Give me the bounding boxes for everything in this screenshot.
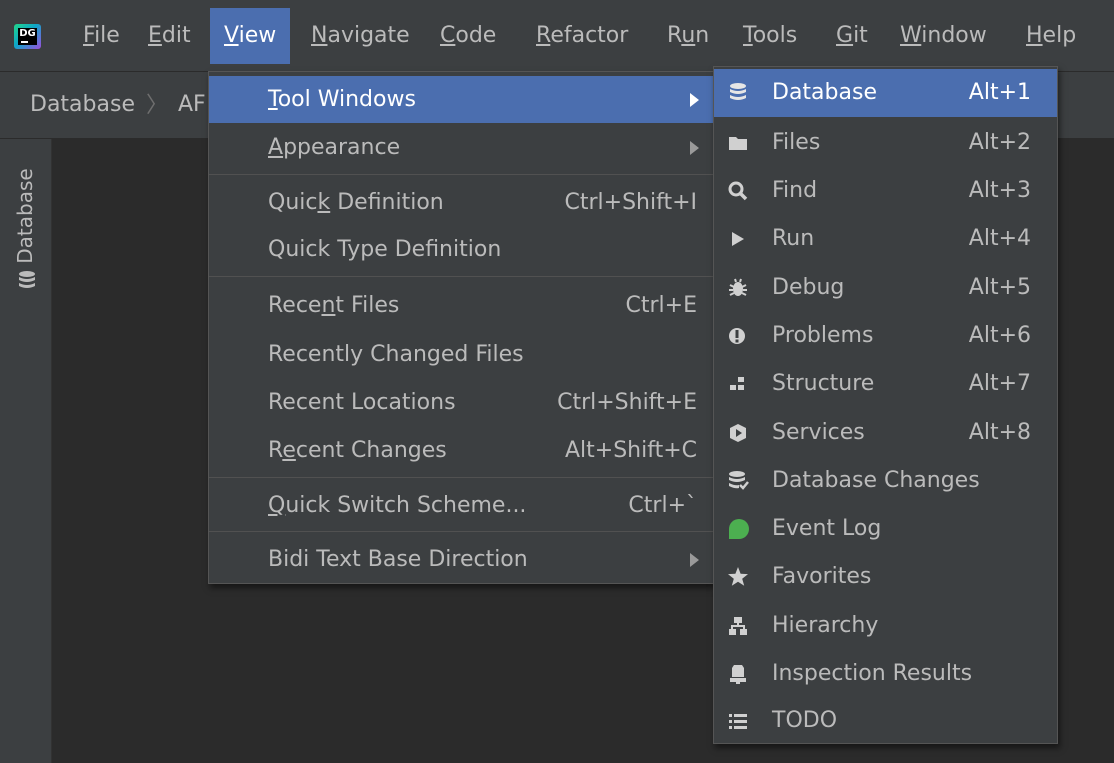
bug-icon bbox=[727, 277, 749, 299]
menu-git[interactable]: Git bbox=[836, 8, 868, 64]
app-logo-icon[interactable]: DG bbox=[14, 24, 41, 49]
view-menu-item-quick-definition[interactable]: Quick Definition Ctrl+Shift+I bbox=[209, 179, 713, 226]
services-icon bbox=[727, 422, 749, 444]
shortcut-label: Ctrl+Shift+I bbox=[564, 190, 697, 215]
menu-separator bbox=[209, 531, 713, 532]
view-menu-item-appearance[interactable]: Appearance bbox=[209, 124, 713, 171]
shortcut-label: Ctrl+Shift+E bbox=[557, 390, 697, 415]
structure-icon bbox=[727, 373, 749, 395]
submenu-arrow-icon bbox=[690, 93, 699, 107]
shortcut-label: Ctrl+` bbox=[628, 493, 697, 518]
menu-window[interactable]: Window bbox=[900, 8, 987, 64]
menu-separator bbox=[209, 174, 713, 175]
event-log-icon bbox=[727, 518, 749, 540]
menu-code[interactable]: Code bbox=[440, 8, 496, 64]
view-menu-item-quick-switch-scheme[interactable]: Quick Switch Scheme... Ctrl+` bbox=[209, 482, 713, 529]
view-menu-item-recent-locations[interactable]: Recent Locations Ctrl+Shift+E bbox=[209, 379, 713, 426]
database-stripe-icon bbox=[17, 270, 37, 292]
shortcut-label: Alt+1 bbox=[968, 80, 1031, 105]
menu-view[interactable]: View bbox=[210, 8, 291, 64]
shortcut-label: Alt+Shift+C bbox=[564, 438, 697, 463]
view-menu-item-recently-changed-files[interactable]: Recently Changed Files bbox=[209, 331, 713, 378]
shortcut-label: Alt+6 bbox=[968, 323, 1031, 348]
tool-window-item-event-log[interactable]: Event Log bbox=[714, 505, 1057, 553]
tool-window-item-services[interactable]: Services Alt+8 bbox=[714, 409, 1057, 457]
tool-window-item-inspection-results[interactable]: Inspection Results bbox=[714, 650, 1057, 698]
breadcrumb-item-database[interactable]: Database bbox=[30, 72, 135, 138]
breadcrumb-separator-icon: 〉 bbox=[146, 93, 169, 118]
tool-window-item-problems[interactable]: Problems Alt+6 bbox=[714, 312, 1057, 360]
play-icon bbox=[727, 228, 749, 250]
database-changes-icon bbox=[727, 470, 749, 492]
menu-edit[interactable]: Edit bbox=[148, 8, 191, 64]
tool-window-item-structure[interactable]: Structure Alt+7 bbox=[714, 360, 1057, 408]
menu-file[interactable]: File bbox=[83, 8, 120, 64]
view-menu-item-bidi-text-base-direction[interactable]: Bidi Text Base Direction bbox=[209, 536, 713, 583]
menu-bar: DG File Edit View Navigate Code Refactor… bbox=[0, 0, 1114, 71]
submenu-arrow-icon bbox=[690, 141, 699, 155]
menu-run[interactable]: Run bbox=[667, 8, 709, 64]
shortcut-label: Ctrl+E bbox=[625, 293, 697, 318]
shortcut-label: Alt+4 bbox=[968, 226, 1031, 251]
shortcut-label: Alt+5 bbox=[968, 275, 1031, 300]
inspection-icon bbox=[727, 663, 749, 685]
menu-refactor[interactable]: Refactor bbox=[536, 8, 628, 64]
database-tool-window-label: Database bbox=[13, 168, 37, 264]
shortcut-label: Alt+7 bbox=[968, 371, 1031, 396]
todo-icon bbox=[727, 710, 749, 732]
shortcut-label: Alt+8 bbox=[968, 420, 1031, 445]
menu-help[interactable]: Help bbox=[1026, 8, 1076, 64]
view-menu-item-quick-type-definition[interactable]: Quick Type Definition bbox=[209, 226, 713, 273]
menu-separator bbox=[209, 477, 713, 478]
view-menu-item-recent-changes[interactable]: Recent Changes Alt+Shift+C bbox=[209, 427, 713, 474]
tool-window-item-find[interactable]: Find Alt+3 bbox=[714, 167, 1057, 215]
tool-window-item-favorites[interactable]: Favorites bbox=[714, 553, 1057, 601]
tool-windows-submenu: Database Alt+1 Files Alt+2 Find Alt+3 Ru… bbox=[713, 66, 1058, 744]
tool-window-item-files[interactable]: Files Alt+2 bbox=[714, 119, 1057, 167]
menu-separator bbox=[209, 276, 713, 277]
star-icon bbox=[727, 566, 749, 588]
tool-window-item-run[interactable]: Run Alt+4 bbox=[714, 215, 1057, 263]
view-menu-dropdown: Tool Windows Appearance Quick Definition… bbox=[208, 71, 714, 584]
shortcut-label: Alt+2 bbox=[968, 130, 1031, 155]
tool-window-item-todo[interactable]: TODO bbox=[714, 697, 1057, 745]
breadcrumb-item-second[interactable]: AF bbox=[178, 72, 206, 138]
view-menu-item-tool-windows[interactable]: Tool Windows bbox=[209, 76, 713, 123]
warning-icon bbox=[727, 325, 749, 347]
submenu-arrow-icon bbox=[690, 553, 699, 567]
search-icon bbox=[727, 180, 749, 202]
database-icon bbox=[727, 82, 749, 104]
view-menu-item-recent-files[interactable]: Recent Files Ctrl+E bbox=[209, 282, 713, 329]
menu-navigate[interactable]: Navigate bbox=[311, 8, 410, 64]
hierarchy-icon bbox=[727, 615, 749, 637]
folder-icon bbox=[727, 132, 749, 154]
menu-tools[interactable]: Tools bbox=[743, 8, 797, 64]
tool-window-item-database-changes[interactable]: Database Changes bbox=[714, 457, 1057, 505]
tool-window-item-debug[interactable]: Debug Alt+5 bbox=[714, 264, 1057, 312]
tool-window-item-hierarchy[interactable]: Hierarchy bbox=[714, 602, 1057, 650]
tool-window-item-database[interactable]: Database Alt+1 bbox=[714, 69, 1057, 117]
shortcut-label: Alt+3 bbox=[968, 178, 1031, 203]
